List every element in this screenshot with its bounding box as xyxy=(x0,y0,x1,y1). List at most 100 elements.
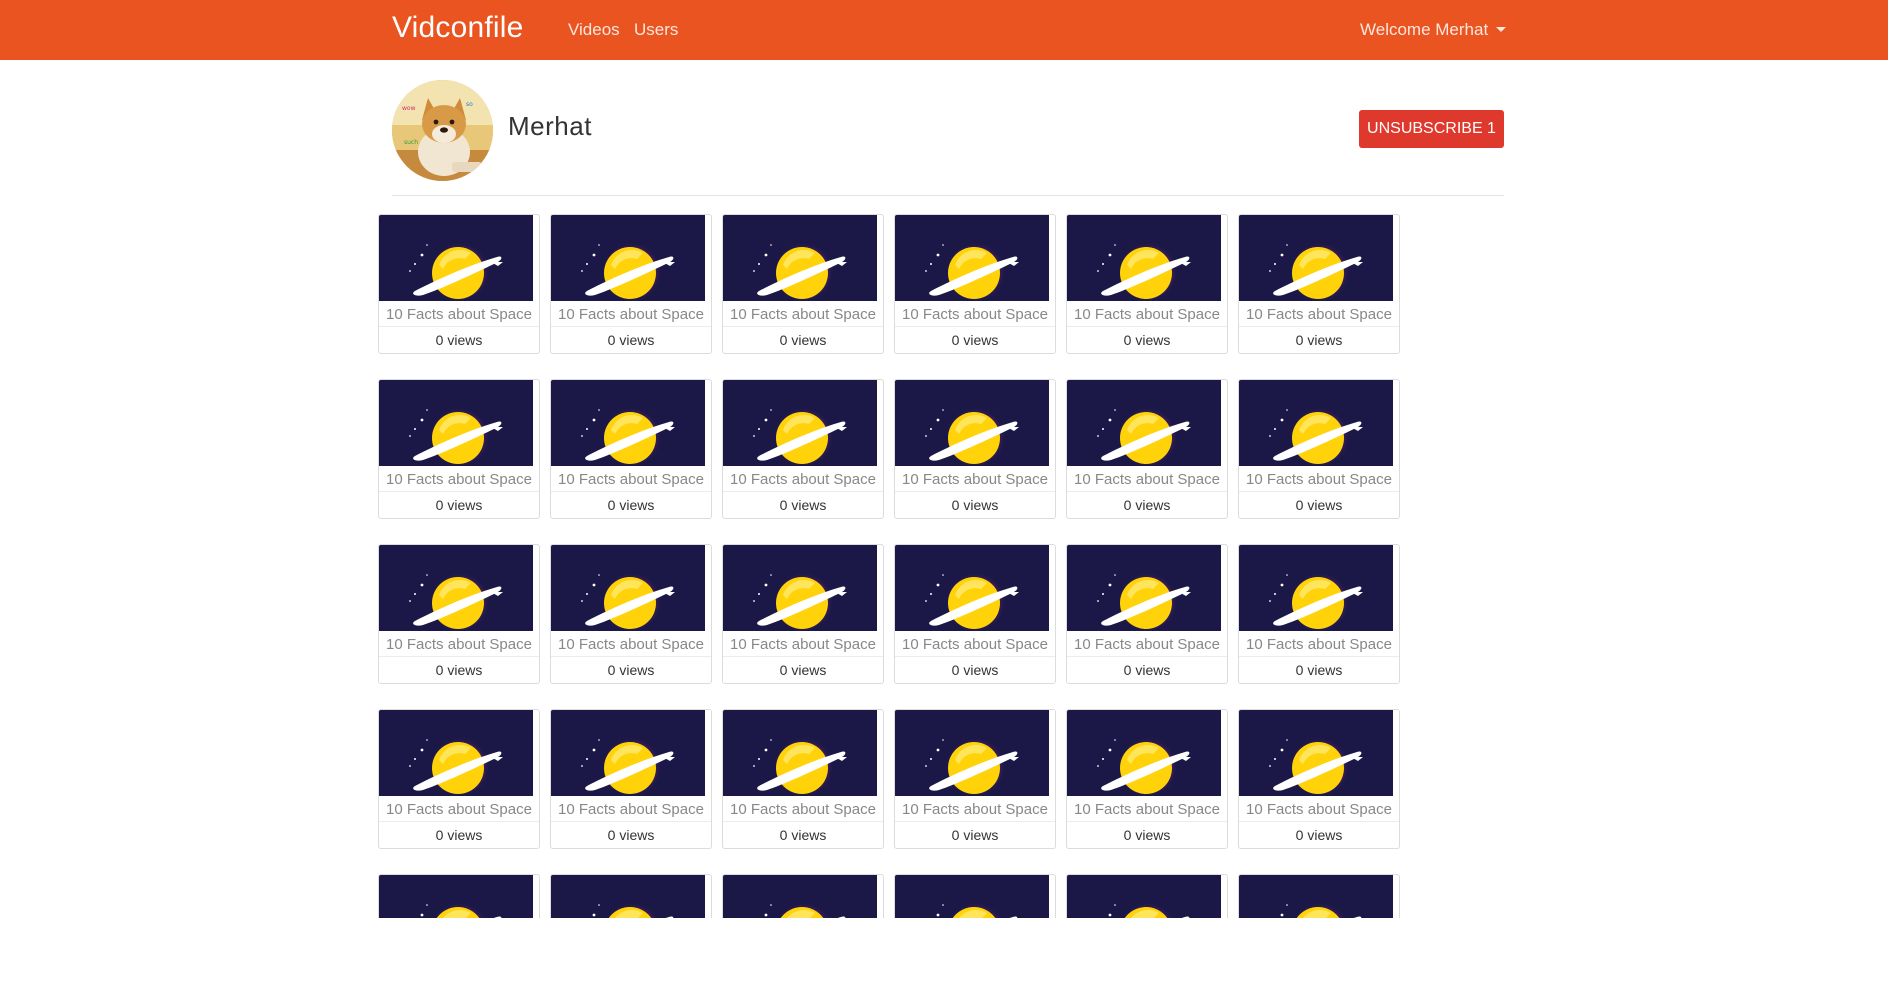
video-card[interactable]: 10 Facts about Space0 views xyxy=(550,874,712,918)
planet-thumbnail-image[interactable] xyxy=(723,875,877,918)
planet-thumbnail-image[interactable] xyxy=(1067,545,1221,631)
planet-thumbnail-image[interactable] xyxy=(895,710,1049,796)
caret-down-icon xyxy=(1496,27,1507,32)
video-card[interactable]: 10 Facts about Space0 views xyxy=(1066,379,1228,519)
video-title[interactable]: 10 Facts about Space xyxy=(895,471,1055,492)
video-title[interactable]: 10 Facts about Space xyxy=(1239,636,1399,657)
video-title[interactable]: 10 Facts about Space xyxy=(379,306,539,327)
video-card[interactable]: 10 Facts about Space0 views xyxy=(1066,709,1228,849)
video-card[interactable]: 10 Facts about Space0 views xyxy=(378,544,540,684)
planet-thumbnail-image[interactable] xyxy=(1239,215,1393,301)
video-title[interactable]: 10 Facts about Space xyxy=(895,801,1055,822)
video-card[interactable]: 10 Facts about Space0 views xyxy=(1238,709,1400,849)
planet-thumbnail-image[interactable] xyxy=(895,215,1049,301)
video-title[interactable]: 10 Facts about Space xyxy=(1067,801,1227,822)
video-views: 0 views xyxy=(607,662,655,678)
video-title[interactable]: 10 Facts about Space xyxy=(551,636,711,657)
video-card[interactable]: 10 Facts about Space0 views xyxy=(722,874,884,918)
video-views: 0 views xyxy=(435,332,483,348)
video-card[interactable]: 10 Facts about Space 0 views xyxy=(550,544,712,684)
video-title[interactable]: 10 Facts about Space xyxy=(1067,306,1227,327)
planet-thumbnail-image[interactable] xyxy=(1239,545,1393,631)
video-title[interactable]: 10 Facts about Space xyxy=(1239,471,1399,492)
planet-thumbnail-image[interactable] xyxy=(1067,710,1221,796)
video-card[interactable]: 10 Facts about Space0 views xyxy=(1238,544,1400,684)
planet-thumbnail-image[interactable] xyxy=(379,215,533,301)
video-title[interactable]: 10 Facts about Space xyxy=(895,306,1055,327)
video-title[interactable]: 10 Facts about Space xyxy=(379,801,539,822)
video-card[interactable]: 10 Facts about Space 0 views xyxy=(894,379,1056,519)
planet-thumbnail-image[interactable] xyxy=(895,380,1049,466)
nav-users-link[interactable]: Users xyxy=(634,20,678,40)
video-card[interactable]: 10 Facts about Space0 views xyxy=(722,379,884,519)
video-title[interactable]: 10 Facts about Space xyxy=(723,801,883,822)
video-card[interactable]: 10 Facts about Space0 views xyxy=(1238,874,1400,918)
video-views: 0 views xyxy=(951,332,999,348)
planet-thumbnail-image[interactable] xyxy=(723,710,877,796)
video-card[interactable]: 10 Facts about Space 0 views xyxy=(550,214,712,354)
video-card[interactable]: 10 Facts about Space0 views xyxy=(722,214,884,354)
video-title[interactable]: 10 Facts about Space xyxy=(895,636,1055,657)
video-title[interactable]: 10 Facts about Space xyxy=(1067,471,1227,492)
planet-thumbnail-image[interactable] xyxy=(551,875,705,918)
video-title[interactable]: 10 Facts about Space xyxy=(1239,801,1399,822)
planet-thumbnail-image[interactable] xyxy=(379,545,533,631)
video-title[interactable]: 10 Facts about Space xyxy=(723,636,883,657)
avatar: wow so such xyxy=(392,80,493,181)
unsubscribe-button[interactable]: UNSUBSCRIBE 1 xyxy=(1359,110,1504,148)
planet-thumbnail-image[interactable] xyxy=(379,875,533,918)
video-card[interactable]: 10 Facts about Space0 views xyxy=(1066,214,1228,354)
video-card[interactable]: 10 Facts about Space0 views xyxy=(1238,214,1400,354)
video-card[interactable]: 10 Facts about Space0 views xyxy=(1238,379,1400,519)
planet-thumbnail-image[interactable] xyxy=(723,215,877,301)
video-title[interactable]: 10 Facts about Space xyxy=(551,306,711,327)
planet-thumbnail-image[interactable] xyxy=(1239,380,1393,466)
video-list-viewport[interactable]: 10 Facts about Space 0 views 10 Facts abou… xyxy=(0,210,1888,918)
video-card[interactable]: 10 Facts about Space 0 views xyxy=(378,709,540,849)
planet-thumbnail-image[interactable] xyxy=(379,380,533,466)
video-card[interactable]: 10 Facts about Space0 views xyxy=(1066,544,1228,684)
video-card[interactable]: 10 Facts about Space0 views xyxy=(378,379,540,519)
video-card[interactable]: 10 Facts about Space0 views xyxy=(722,709,884,849)
planet-thumbnail-image[interactable] xyxy=(1239,875,1393,918)
planet-thumbnail-image[interactable] xyxy=(1239,710,1393,796)
video-card[interactable]: 10 Facts about Space0 views xyxy=(894,709,1056,849)
video-title[interactable]: 10 Facts about Space xyxy=(551,471,711,492)
svg-text:wow: wow xyxy=(402,105,416,112)
planet-thumbnail-image[interactable] xyxy=(895,545,1049,631)
video-card[interactable]: 10 Facts about Space0 views xyxy=(722,544,884,684)
video-views: 0 views xyxy=(607,332,655,348)
video-card[interactable]: 10 Facts about Space0 views xyxy=(550,709,712,849)
planet-thumbnail-image[interactable] xyxy=(1067,380,1221,466)
video-title[interactable]: 10 Facts about Space xyxy=(723,306,883,327)
video-card[interactable]: 10 Facts about Space0 views xyxy=(550,379,712,519)
nav-videos-link[interactable]: Videos xyxy=(568,20,620,40)
video-card[interactable]: 10 Facts about Space0 views xyxy=(378,874,540,918)
brand-logo[interactable]: Vidconfile xyxy=(392,11,524,45)
video-title[interactable]: 10 Facts about Space xyxy=(1067,636,1227,657)
planet-thumbnail-image[interactable] xyxy=(723,545,877,631)
planet-thumbnail-image[interactable] xyxy=(723,380,877,466)
video-views: 0 views xyxy=(951,662,999,678)
planet-thumbnail-image[interactable] xyxy=(1067,215,1221,301)
video-title[interactable]: 10 Facts about Space xyxy=(379,471,539,492)
planet-thumbnail-image[interactable] xyxy=(551,380,705,466)
video-title[interactable]: 10 Facts about Space xyxy=(723,471,883,492)
planet-thumbnail-image[interactable] xyxy=(895,875,1049,918)
user-menu-dropdown[interactable]: Welcome Merhat xyxy=(1360,20,1507,40)
planet-thumbnail-image[interactable] xyxy=(551,215,705,301)
video-title[interactable]: 10 Facts about Space xyxy=(379,636,539,657)
video-title[interactable]: 10 Facts about Space xyxy=(1239,306,1399,327)
planet-thumbnail-image[interactable] xyxy=(551,545,705,631)
video-card[interactable]: 10 Facts about Space 0 views xyxy=(894,214,1056,354)
planet-thumbnail-image[interactable] xyxy=(551,710,705,796)
planet-thumbnail-image[interactable] xyxy=(1067,875,1221,918)
video-card[interactable]: 10 Facts about Space 0 views xyxy=(378,214,540,354)
video-views: 0 views xyxy=(435,827,483,843)
video-card[interactable]: 10 Facts about Space0 views xyxy=(1066,874,1228,918)
video-card[interactable]: 10 Facts about Space 0 views xyxy=(894,544,1056,684)
video-title[interactable]: 10 Facts about Space xyxy=(551,801,711,822)
planet-thumbnail-image[interactable] xyxy=(379,710,533,796)
video-views: 0 views xyxy=(951,497,999,513)
video-card[interactable]: 10 Facts about Space0 views xyxy=(894,874,1056,918)
